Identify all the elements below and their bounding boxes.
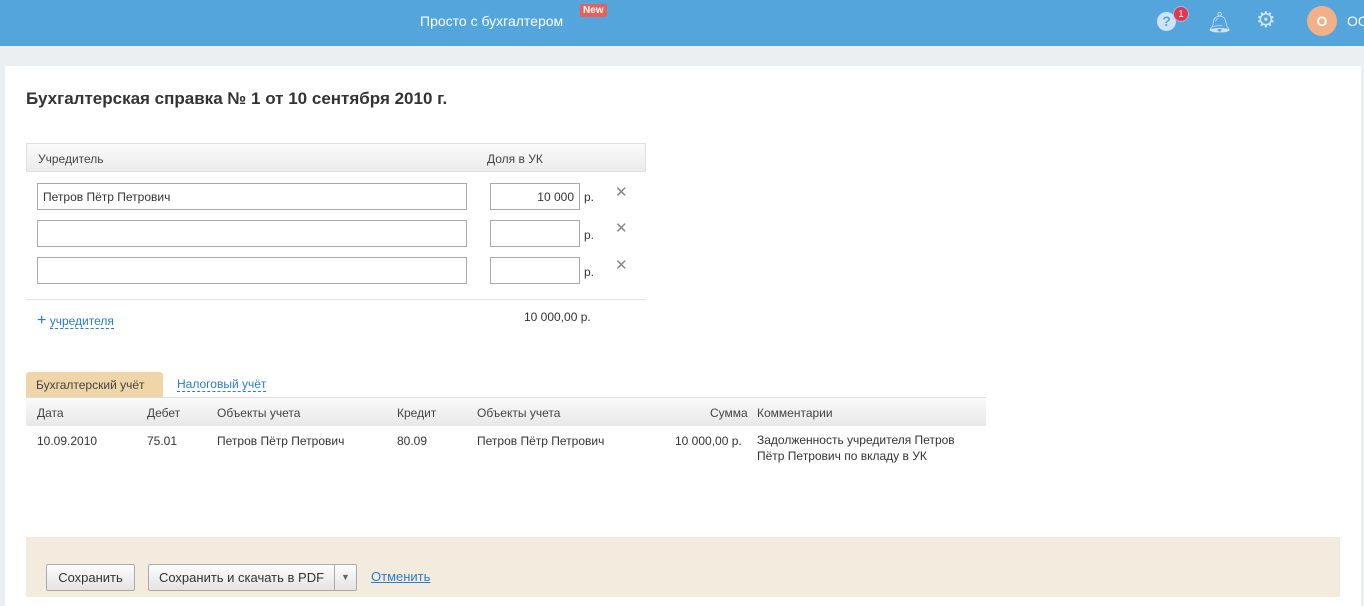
- remove-icon[interactable]: ✕: [615, 183, 628, 201]
- founder-share-input[interactable]: [490, 220, 580, 247]
- help-count-badge: 1: [1173, 6, 1189, 22]
- founder-name-input[interactable]: [37, 183, 467, 210]
- founder-share-input[interactable]: [490, 257, 580, 284]
- new-badge: New: [580, 4, 607, 17]
- add-founder-link[interactable]: + учредителя: [37, 312, 114, 330]
- cell-comment: Задолженность учредителя Петров Пётр Пет…: [757, 433, 955, 463]
- remove-icon[interactable]: ✕: [615, 256, 628, 274]
- plus-icon: +: [37, 312, 47, 329]
- entries-header: Дата Дебет Объекты учета Кредит Объекты …: [26, 397, 986, 426]
- chevron-down-icon[interactable]: ▼: [334, 564, 357, 591]
- col-credit: Кредит: [397, 406, 437, 420]
- currency-label: р.: [584, 265, 595, 279]
- cell-debit-object: Петров Пётр Петрович: [217, 434, 345, 448]
- col-share: Доля в УК: [487, 152, 543, 166]
- col-founder: Учредитель: [38, 152, 104, 166]
- gear-icon[interactable]: ⚙: [1256, 7, 1276, 33]
- remove-icon[interactable]: ✕: [615, 219, 628, 237]
- founder-share-input[interactable]: [490, 183, 580, 210]
- page-title: Бухгалтерская справка № 1 от 10 сентября…: [26, 89, 448, 108]
- founder-name-input[interactable]: [37, 220, 467, 247]
- currency-label: р.: [584, 228, 595, 242]
- cell-debit: 75.01: [147, 434, 178, 448]
- tab-tax[interactable]: Налоговый учёт: [177, 377, 267, 392]
- col-debit-objects: Объекты учета: [217, 406, 301, 420]
- col-date: Дата: [37, 406, 64, 420]
- cell-credit: 80.09: [397, 434, 428, 448]
- tab-accounting[interactable]: Бухгалтерский учёт: [26, 372, 163, 397]
- brand-link[interactable]: Просто с бухгалтером: [420, 13, 563, 29]
- cell-date: 10.09.2010: [37, 434, 98, 448]
- col-sum: Сумма: [710, 406, 748, 420]
- col-debit: Дебет: [147, 406, 181, 420]
- cell-credit-object: Петров Пётр Петрович: [477, 434, 605, 448]
- divider: [26, 299, 646, 300]
- avatar[interactable]: О: [1307, 6, 1337, 36]
- add-founder-label: учредителя: [49, 314, 114, 329]
- founders-header: Учредитель Доля в УК: [26, 143, 646, 172]
- cell-sum: 10 000,00 р.: [675, 434, 742, 448]
- currency-label: р.: [584, 190, 595, 204]
- save-button[interactable]: Сохранить: [46, 564, 135, 591]
- bell-icon[interactable]: 🔔︎: [1207, 10, 1232, 35]
- founder-name-input[interactable]: [37, 257, 467, 284]
- cancel-link[interactable]: Отменить: [371, 569, 430, 584]
- founders-total: 10 000,00 р.: [524, 310, 591, 324]
- save-pdf-button[interactable]: Сохранить и скачать в PDF: [148, 564, 335, 591]
- col-comment: Комментарии: [757, 406, 833, 420]
- col-credit-objects: Объекты учета: [477, 406, 561, 420]
- user-name[interactable]: ОО: [1347, 13, 1364, 29]
